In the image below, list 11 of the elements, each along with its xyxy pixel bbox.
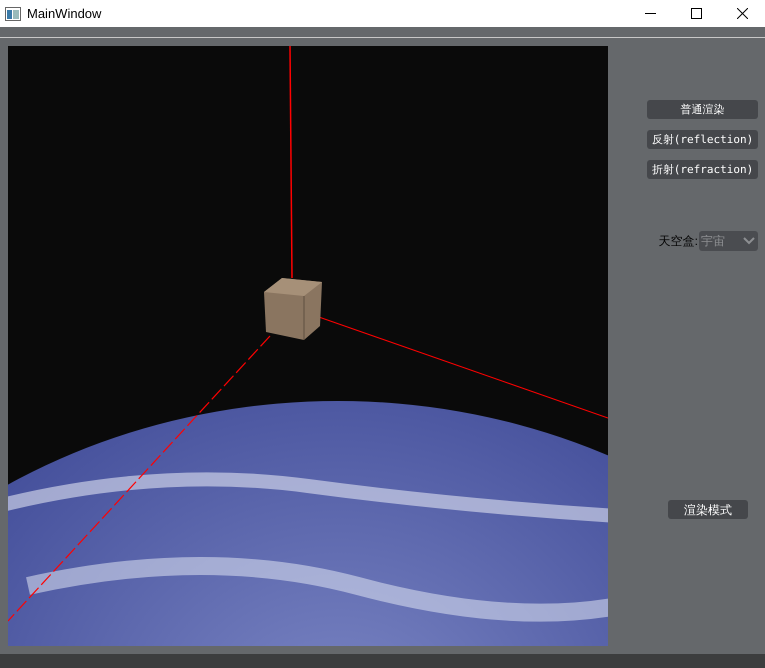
render-mode-button[interactable]: 渲染模式 bbox=[668, 500, 748, 519]
render-button[interactable]: 反射(reflection) bbox=[647, 130, 758, 149]
render-button[interactable]: 普通渲染 bbox=[647, 100, 758, 119]
render-button[interactable]: 折射(refraction) bbox=[647, 160, 758, 179]
app-icon bbox=[5, 6, 21, 20]
skybox-label: 天空盒: bbox=[658, 233, 698, 250]
maximize-icon bbox=[690, 8, 702, 19]
minimize-icon bbox=[644, 13, 656, 14]
chevron-down-icon bbox=[743, 237, 755, 245]
window-title: MainWindow bbox=[27, 4, 102, 23]
close-icon bbox=[736, 8, 748, 19]
